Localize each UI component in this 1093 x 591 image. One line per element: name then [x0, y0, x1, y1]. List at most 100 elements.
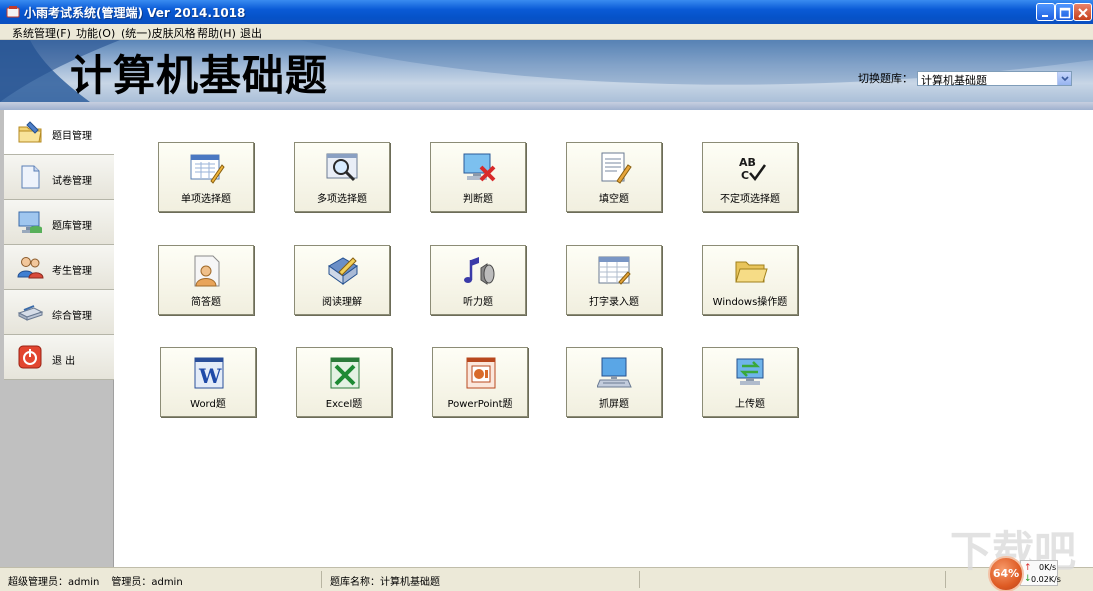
- tile-label: 不定项选择题: [720, 194, 780, 205]
- close-icon: [1078, 8, 1088, 18]
- status-bank: 题库名称：计算机基础题: [330, 571, 640, 588]
- tile-powerpoint[interactable]: PowerPoint题: [432, 347, 528, 417]
- sidebar-item-general[interactable]: 综合管理: [4, 290, 114, 335]
- maximize-button[interactable]: [1055, 3, 1074, 21]
- tile-reading[interactable]: 阅读理解: [294, 245, 390, 315]
- person-document-icon: [194, 255, 220, 287]
- network-speed-box: ↑ 0K/s ↓ 0.02K/s: [1020, 560, 1061, 586]
- switch-bank-value: 计算机基础题: [921, 74, 987, 87]
- tile-label: Windows操作题: [712, 297, 788, 308]
- menu-bar: 系统管理(F) 功能(O) (统一)皮肤风格 帮助(H) 退出: [0, 24, 1093, 40]
- tile-excel[interactable]: Excel题: [296, 347, 392, 417]
- status-bar: 超级管理员：admin 管理员：admin 题库名称：计算机基础题: [0, 567, 1093, 591]
- speaker-music-icon: [464, 257, 495, 285]
- open-folder-icon: [735, 261, 768, 283]
- sidebar-item-label: 考生管理: [52, 266, 92, 277]
- tile-listening[interactable]: 听力题: [430, 245, 526, 315]
- sidebar-item-label: 题目管理: [52, 131, 92, 142]
- sidebar-item-papers[interactable]: 试卷管理: [4, 155, 114, 200]
- powerpoint-icon: [466, 357, 496, 389]
- tile-label: 抓屏题: [599, 399, 629, 410]
- tile-true-false[interactable]: 判断题: [430, 142, 526, 212]
- tile-label: 听力题: [463, 297, 493, 308]
- admin-label: 管理员：: [111, 577, 152, 588]
- menu-function[interactable]: 功能(O): [76, 25, 115, 41]
- upload-arrow-icon: ↑: [1024, 563, 1032, 573]
- network-monitor[interactable]: ↑ 0K/s ↓ 0.02K/s 64%: [988, 556, 1078, 591]
- tile-short-answer[interactable]: 简答题: [158, 245, 254, 315]
- document-icon: [21, 165, 40, 189]
- tile-fill-blank[interactable]: 填空题: [566, 142, 662, 212]
- bank-label: 题库名称：: [330, 577, 380, 588]
- tile-label: 多项选择题: [317, 194, 367, 205]
- minimize-icon: [1042, 15, 1048, 17]
- magnifier-window-icon: [326, 153, 358, 182]
- monitor-x-icon: [463, 153, 496, 182]
- menu-exit[interactable]: 退出: [240, 25, 262, 41]
- window-title: 小雨考试系统(管理端) Ver 2014.1018: [24, 6, 246, 20]
- tile-label: 判断题: [463, 194, 493, 205]
- svg-text:C: C: [741, 169, 749, 182]
- tile-word[interactable]: W Word题: [160, 347, 256, 417]
- menu-skin[interactable]: (统一)皮肤风格: [121, 25, 196, 41]
- notepad-pencil-icon: [601, 152, 632, 184]
- menu-help[interactable]: 帮助(H): [197, 25, 236, 41]
- switch-bank-label: 切换题库：: [858, 72, 913, 85]
- sidebar-item-questions[interactable]: 题目管理: [4, 110, 114, 155]
- maximize-icon: [1059, 7, 1071, 19]
- word-icon: W: [194, 357, 224, 389]
- close-button[interactable]: [1073, 3, 1092, 21]
- book-pen-icon: [328, 257, 358, 285]
- folder-pen-icon: [18, 121, 42, 143]
- spellcheck-icon: AB C: [739, 156, 767, 182]
- sidebar-item-label: 综合管理: [52, 311, 92, 322]
- title-bar[interactable]: 小雨考试系统(管理端) Ver 2014.1018: [0, 0, 1093, 24]
- tile-label: Excel题: [325, 399, 363, 410]
- sidebar-item-banks[interactable]: 题库管理: [4, 200, 114, 245]
- tile-label: 简答题: [191, 297, 221, 308]
- tile-indefinite-choice[interactable]: AB C 不定项选择题: [702, 142, 798, 212]
- super-admin-label: 超级管理员：: [8, 577, 68, 588]
- excel-icon: [330, 357, 360, 389]
- tile-multiple-choice[interactable]: 多项选择题: [294, 142, 390, 212]
- main-panel: 单项选择题 多项选择题 判断题 填空题 AB C 不定项选择题 简答题 阅读理解…: [114, 110, 1093, 567]
- admin-value: admin: [151, 577, 183, 588]
- svg-text:AB: AB: [739, 156, 756, 169]
- switch-bank-select[interactable]: 计算机基础题: [917, 71, 1072, 87]
- download-speed: 0.02K/s: [1031, 575, 1061, 584]
- monitor-keyboard-icon: [597, 357, 632, 388]
- minimize-button[interactable]: [1036, 3, 1055, 21]
- power-icon: [18, 345, 42, 369]
- spreadsheet-window-icon: [598, 256, 631, 285]
- banner-title: 计算机基础题: [70, 51, 329, 100]
- status-empty: [646, 571, 946, 588]
- banner: 计算机基础题 切换题库： 计算机基础题: [0, 40, 1093, 102]
- monitor-sync-icon: [736, 358, 764, 385]
- bank-value: 计算机基础题: [380, 577, 440, 588]
- sidebar: 题目管理 试卷管理 题库管理 考生管理 综合管理 退 出: [0, 110, 114, 567]
- dropdown-button[interactable]: [1057, 72, 1071, 85]
- svg-text:W: W: [198, 364, 222, 388]
- tile-label: Word题: [190, 399, 226, 410]
- tile-single-choice[interactable]: 单项选择题: [158, 142, 254, 212]
- sidebar-item-exit[interactable]: 退 出: [4, 335, 114, 380]
- tile-typing[interactable]: 打字录入题: [566, 245, 662, 315]
- monitor-database-icon: [18, 211, 42, 233]
- tile-label: 填空题: [599, 194, 629, 205]
- tile-upload[interactable]: 上传题: [702, 347, 798, 417]
- tile-label: 上传题: [735, 399, 765, 410]
- menu-system[interactable]: 系统管理(F): [12, 25, 71, 41]
- banner-divider: [0, 102, 1093, 110]
- chevron-down-icon: [1061, 76, 1069, 82]
- sidebar-item-students[interactable]: 考生管理: [4, 245, 114, 290]
- form-pencil-icon: [190, 154, 225, 184]
- tile-windows-operation[interactable]: Windows操作题: [702, 245, 798, 315]
- tile-label: 阅读理解: [322, 297, 362, 308]
- scanner-icon: [17, 305, 44, 321]
- sidebar-item-label: 题库管理: [52, 221, 92, 232]
- upload-speed: 0K/s: [1039, 563, 1057, 572]
- app-window: 小雨考试系统(管理端) Ver 2014.1018 系统管理(F) 功能(O) …: [0, 0, 1093, 591]
- tile-screen-capture[interactable]: 抓屏题: [566, 347, 662, 417]
- super-admin-value: admin: [68, 577, 100, 588]
- tile-label: 单项选择题: [181, 194, 231, 205]
